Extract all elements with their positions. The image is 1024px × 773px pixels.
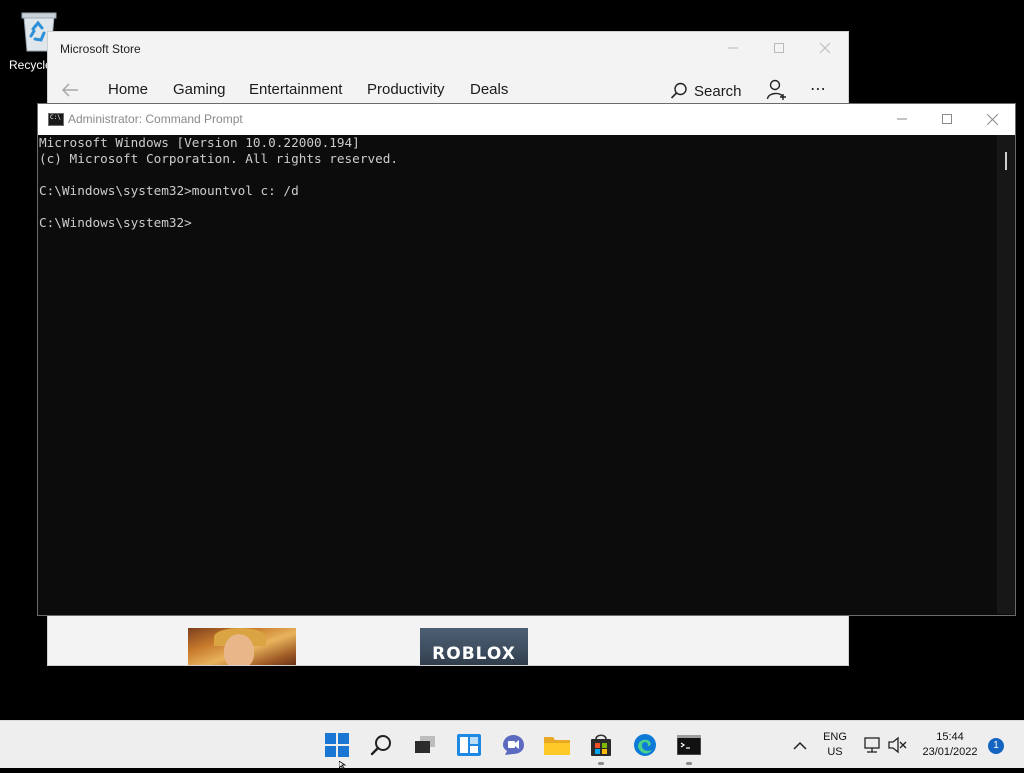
widgets-button[interactable] (454, 730, 484, 760)
network-status-button[interactable] (862, 721, 882, 769)
console-line: C:\Windows\system32>mountvol c: /d (39, 183, 299, 198)
store-minimize-button[interactable] (718, 38, 748, 60)
command-prompt-taskbar-button[interactable] (674, 730, 704, 765)
roblox-tile-label: ROBLOX (432, 644, 516, 664)
cmd-scrollbar[interactable] (997, 135, 1015, 614)
search-icon (370, 735, 391, 756)
task-view-icon (415, 736, 435, 753)
back-arrow-icon[interactable] (60, 80, 80, 100)
store-search-label: Search (694, 82, 742, 100)
task-view-button[interactable] (410, 730, 440, 760)
edge-button[interactable] (630, 730, 660, 760)
command-prompt-window[interactable]: C:\ Administrator: Command Prompt Micros… (38, 104, 1015, 615)
console-line: (c) Microsoft Corporation. All rights re… (39, 151, 399, 166)
network-icon (864, 737, 880, 753)
notification-badge[interactable]: 1 (988, 738, 1004, 754)
clock-date: 23/01/2022 (922, 746, 978, 758)
taskbar: ENG US 15:44 23/01/2022 1 (0, 720, 1024, 768)
search-icon (670, 82, 687, 99)
chat-button[interactable] (498, 730, 528, 760)
clock-time: 15:44 (936, 731, 964, 743)
store-close-button[interactable] (810, 38, 840, 60)
file-explorer-button[interactable] (542, 730, 572, 760)
running-indicator (598, 762, 604, 765)
chevron-up-icon (793, 741, 807, 750)
volume-muted-icon (888, 736, 907, 754)
roblox-tile[interactable]: ROBLOX (420, 628, 528, 665)
store-tab-productivity[interactable]: Productivity (367, 81, 445, 98)
chat-icon (503, 735, 524, 755)
cmd-console-output[interactable]: Microsoft Windows [Version 10.0.22000.19… (39, 135, 995, 614)
file-explorer-icon (544, 737, 570, 755)
clock[interactable]: 15:44 23/01/2022 (912, 721, 988, 769)
taskbar-search-button[interactable] (366, 730, 396, 760)
start-icon (325, 733, 349, 757)
edge-icon (634, 734, 656, 756)
store-maximize-button[interactable] (764, 38, 794, 60)
console-prompt-line[interactable]: C:\Windows\system32> (39, 215, 995, 231)
cmd-close-button[interactable] (969, 104, 1015, 135)
store-tab-home[interactable]: Home (108, 81, 148, 98)
store-tab-entertainment[interactable]: Entertainment (249, 81, 342, 98)
language-indicator[interactable]: ENG US (818, 721, 852, 769)
more-options-icon[interactable]: ⋯ (810, 80, 827, 98)
account-add-icon[interactable] (766, 79, 788, 101)
show-hidden-icons-button[interactable] (790, 721, 810, 769)
widgets-icon (457, 734, 481, 756)
cmd-title-bar[interactable]: C:\ Administrator: Command Prompt (38, 104, 1015, 135)
command-prompt-icon (677, 735, 701, 755)
cmd-scrollbar-thumb[interactable] (1005, 152, 1007, 170)
store-tab-gaming[interactable]: Gaming (173, 81, 226, 98)
cmd-minimize-button[interactable] (879, 104, 925, 135)
cmd-maximize-button[interactable] (924, 104, 970, 135)
microsoft-store-taskbar-button[interactable] (586, 730, 616, 765)
game-artwork-tile[interactable] (188, 628, 296, 665)
store-search-button[interactable]: Search (670, 80, 742, 102)
store-window-title: Microsoft Store (60, 42, 141, 56)
volume-button[interactable] (886, 721, 908, 769)
language-label: ENG (823, 731, 847, 743)
region-label: US (827, 746, 843, 758)
console-line: Microsoft Windows [Version 10.0.22000.19… (39, 135, 360, 150)
start-button[interactable] (322, 730, 352, 760)
microsoft-store-icon (591, 734, 611, 756)
store-nav-bar: Home Gaming Entertainment Productivity D… (48, 80, 848, 104)
cmd-window-title: Administrator: Command Prompt (68, 112, 243, 126)
store-content-area: ROBLOX (48, 616, 848, 665)
command-prompt-icon: C:\ (48, 113, 64, 126)
running-indicator (686, 762, 692, 765)
store-tab-deals[interactable]: Deals (470, 81, 508, 98)
recycle-bin-label: Recycle (9, 58, 52, 72)
